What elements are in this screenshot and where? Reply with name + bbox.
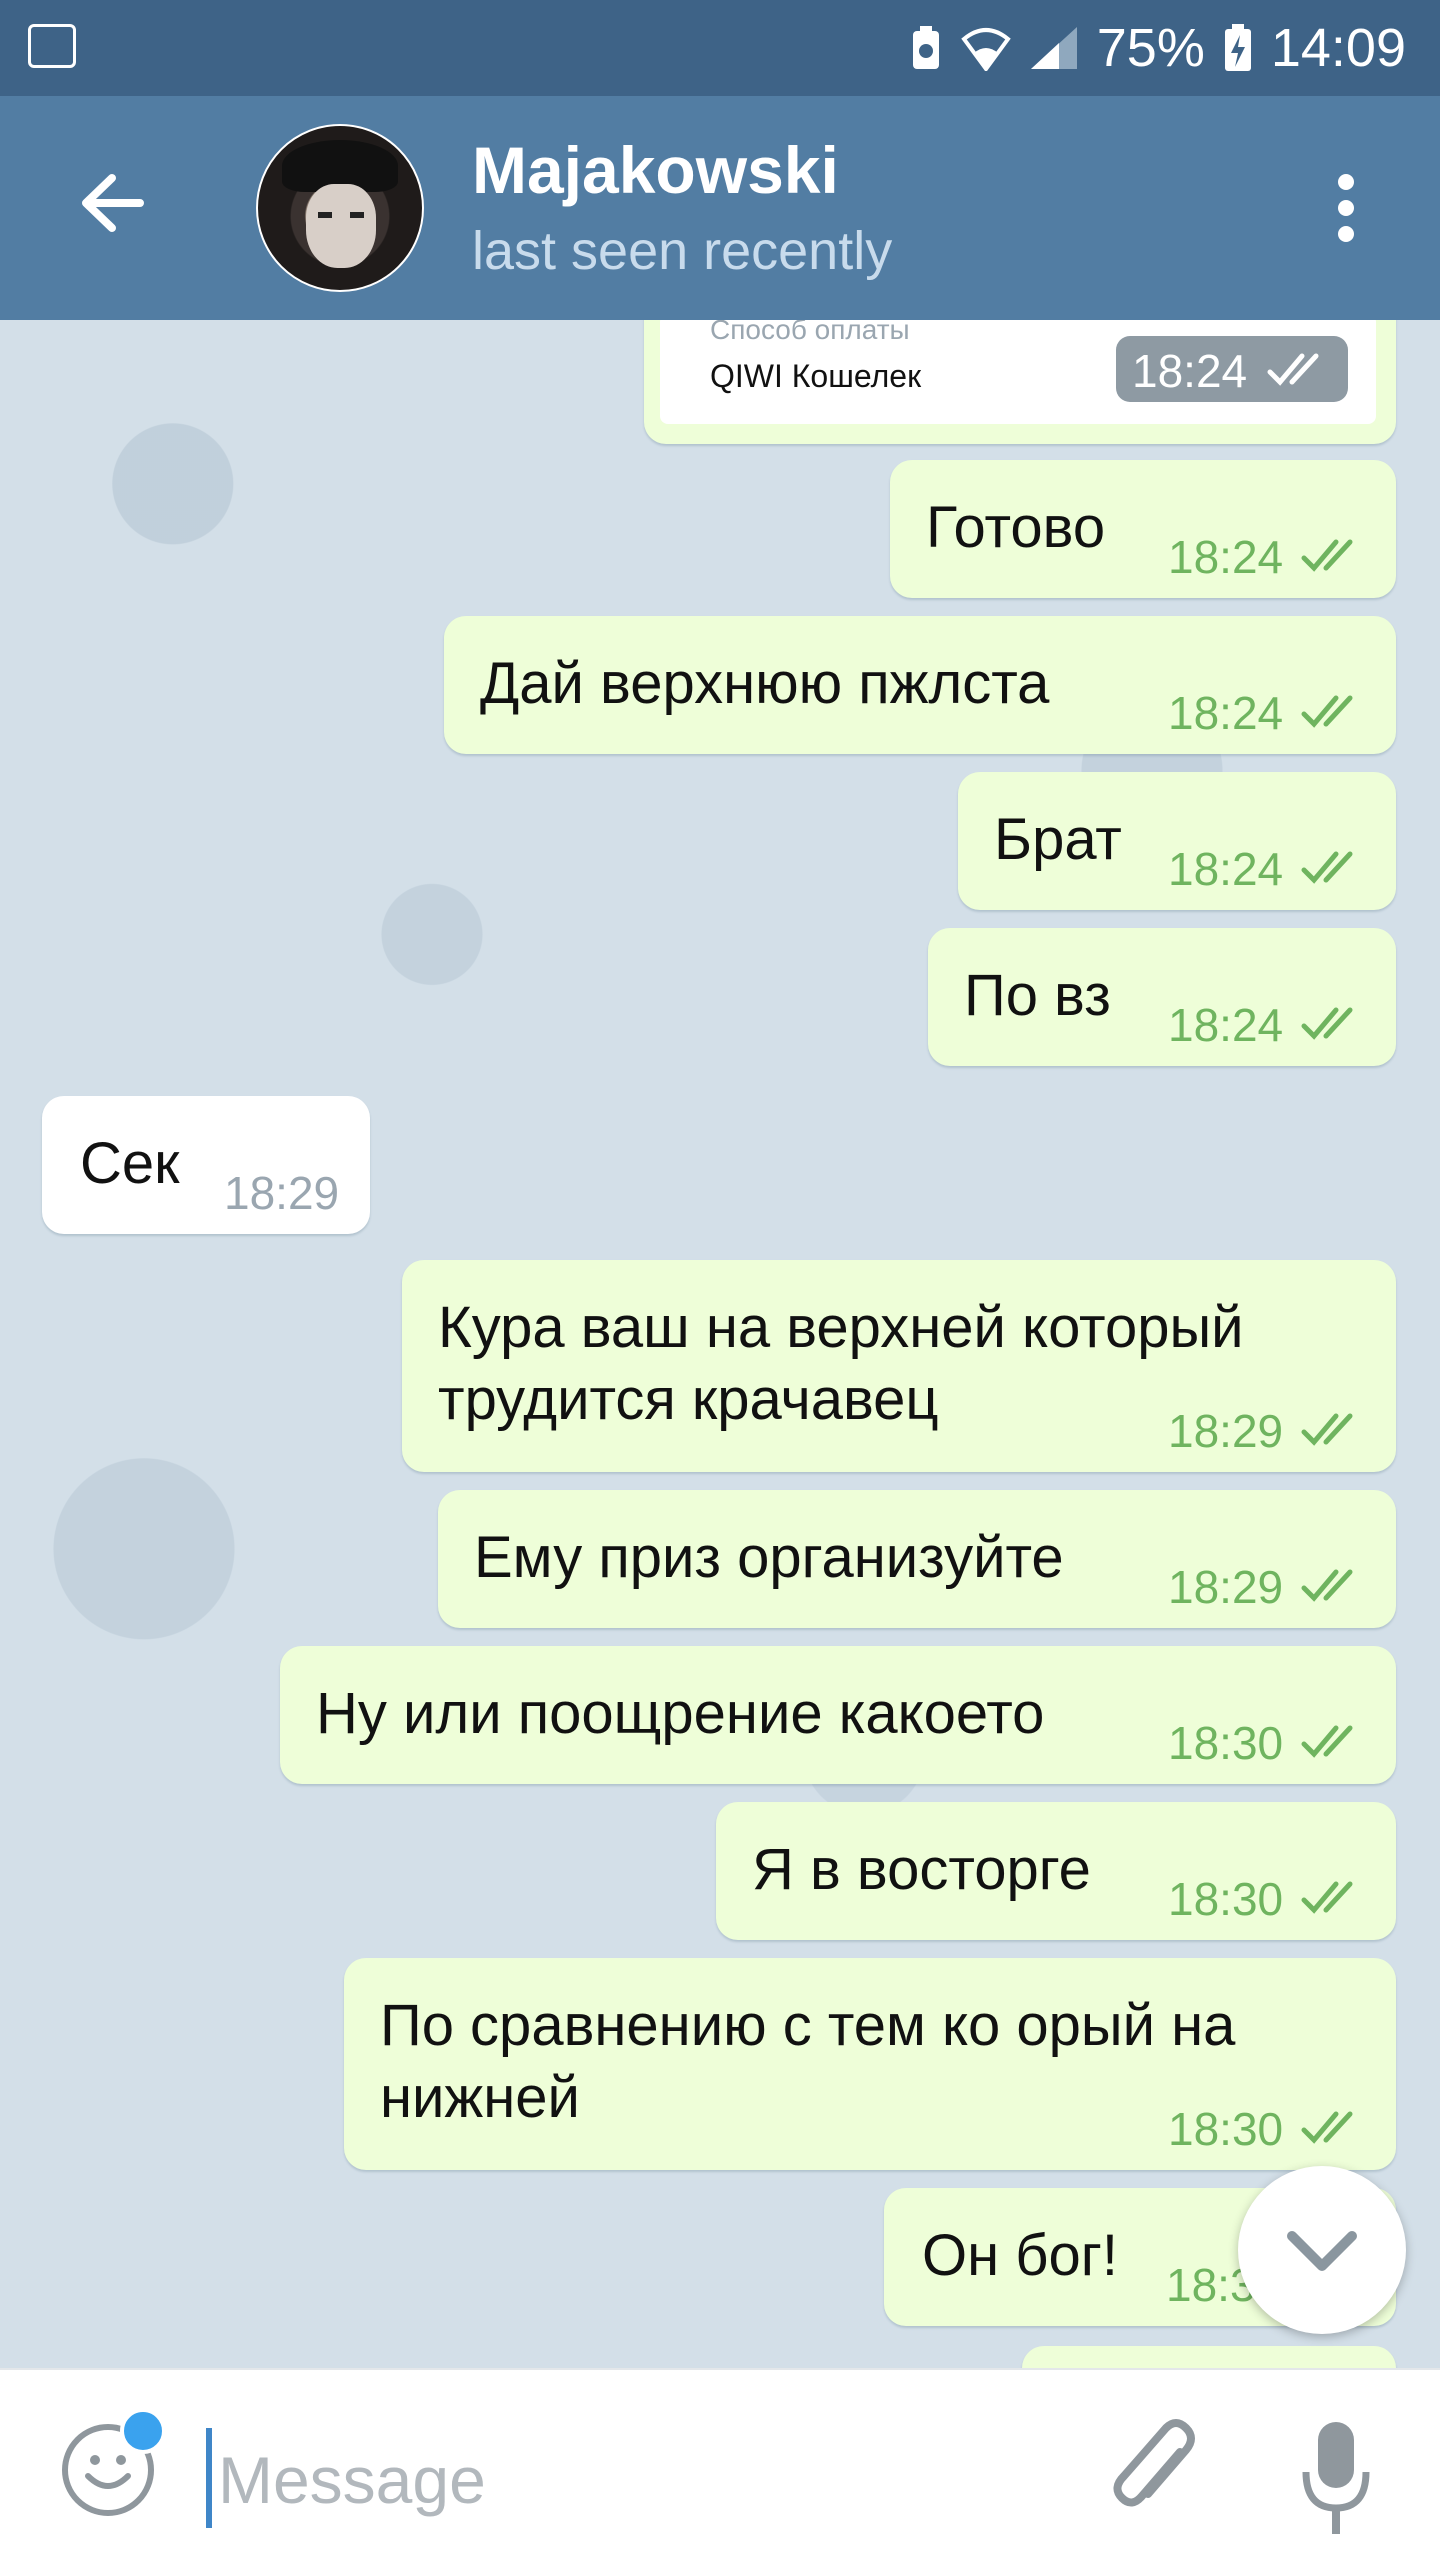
emoji-icon[interactable] [62, 2408, 166, 2516]
message-bubble[interactable]: По сравнению с тем ко орый на нижней 18:… [344, 1958, 1396, 2170]
status-icons: 75% 14:09 [909, 14, 1406, 82]
chevron-down-icon [1287, 2231, 1357, 2271]
microphone-icon[interactable] [1296, 2416, 1376, 2540]
payment-message[interactable]: Способ оплаты QIWI Кошелек 18:24 [644, 320, 1396, 444]
status-bar: 75% 14:09 [0, 0, 1440, 96]
clock: 14:09 [1270, 18, 1406, 78]
message-time: 18:24 [1168, 843, 1284, 895]
message-bubble[interactable]: Готово 18:24 [890, 460, 1396, 598]
message-bubble[interactable]: Ну или поощрение какоето 18:30 [280, 1646, 1396, 1784]
double-check-icon [1301, 1881, 1353, 1914]
double-check-icon [1301, 1007, 1353, 1040]
message-time: 18:29 [1168, 1561, 1284, 1613]
message-bubble[interactable]: Брат 18:24 [958, 772, 1396, 910]
battery-charging-icon [1224, 24, 1251, 71]
double-check-icon [1301, 851, 1353, 884]
more-vert-icon[interactable] [1326, 168, 1366, 258]
message-text: Сек [80, 1131, 180, 1196]
message-time: 18:30 [1168, 2103, 1284, 2155]
message-text: Брат [994, 807, 1122, 872]
chat-header: Majakowski last seen recently [0, 96, 1440, 320]
message-time: 18:29 [1168, 1405, 1284, 1457]
message-input[interactable] [216, 2434, 1040, 2526]
message-bubble[interactable]: Дай верхнюю пжлста 18:24 [444, 616, 1396, 754]
message-text: Он бог! [922, 2223, 1119, 2288]
paperclip-icon[interactable] [1106, 2414, 1202, 2534]
payment-time-badge: 18:24 [1116, 336, 1348, 402]
scroll-to-bottom-button[interactable] [1238, 2166, 1406, 2334]
message-bubble[interactable]: Кура ваш на верхней который трудится кра… [402, 1260, 1396, 1472]
message-text: Готово [926, 495, 1106, 560]
message-time: 18:24 [1168, 687, 1284, 739]
message-bubble[interactable]: Ему приз организуйте 18:29 [438, 1490, 1396, 1628]
chat-title[interactable]: Majakowski [472, 132, 839, 208]
message-list[interactable]: Способ оплаты QIWI Кошелек 18:24 Готово … [0, 320, 1440, 2368]
message-text: Дай верхнюю пжлста [480, 651, 1050, 716]
message-text: Я в восторге [752, 1837, 1091, 1902]
payment-method-value: QIWI Кошелек [710, 358, 922, 394]
payment-method-label: Способ оплаты [710, 320, 910, 345]
message-bubble-incoming[interactable]: Сек 18:29 [42, 1096, 370, 1234]
double-check-icon [1301, 539, 1353, 572]
message-bubble[interactable] [1022, 2346, 1396, 2368]
message-time: 18:30 [1168, 1873, 1284, 1925]
text-cursor [206, 2428, 212, 2528]
avatar[interactable] [256, 124, 424, 292]
double-check-icon [1301, 1725, 1353, 1758]
message-time: 18:24 [1168, 999, 1284, 1051]
battery-saver-icon [912, 26, 939, 69]
battery-percent: 75% [1096, 18, 1205, 78]
message-time: 18:29 [224, 1167, 340, 1219]
last-seen-status: last seen recently [472, 221, 893, 281]
signal-icon [1030, 27, 1077, 69]
gallery-icon [28, 24, 76, 68]
message-text: Ему приз организуйте [474, 1525, 1064, 1590]
double-check-icon [1267, 353, 1319, 386]
message-bubble[interactable]: По вз 18:24 [928, 928, 1396, 1066]
message-time: 18:24 [1132, 345, 1248, 397]
back-arrow-icon[interactable] [70, 158, 160, 248]
message-text: По вз [964, 963, 1111, 1028]
double-check-icon [1301, 1413, 1353, 1446]
wifi-icon [961, 28, 1011, 71]
message-text: Ну или поощрение какоето [316, 1681, 1045, 1746]
message-time: 18:24 [1168, 531, 1284, 583]
emoji-badge [120, 2408, 166, 2454]
double-check-icon [1301, 2111, 1353, 2144]
message-time: 18:30 [1168, 1717, 1284, 1769]
message-input-bar [0, 2368, 1440, 2562]
double-check-icon [1301, 1569, 1353, 1602]
double-check-icon [1301, 695, 1353, 728]
message-bubble[interactable]: Я в восторге 18:30 [716, 1802, 1396, 1940]
